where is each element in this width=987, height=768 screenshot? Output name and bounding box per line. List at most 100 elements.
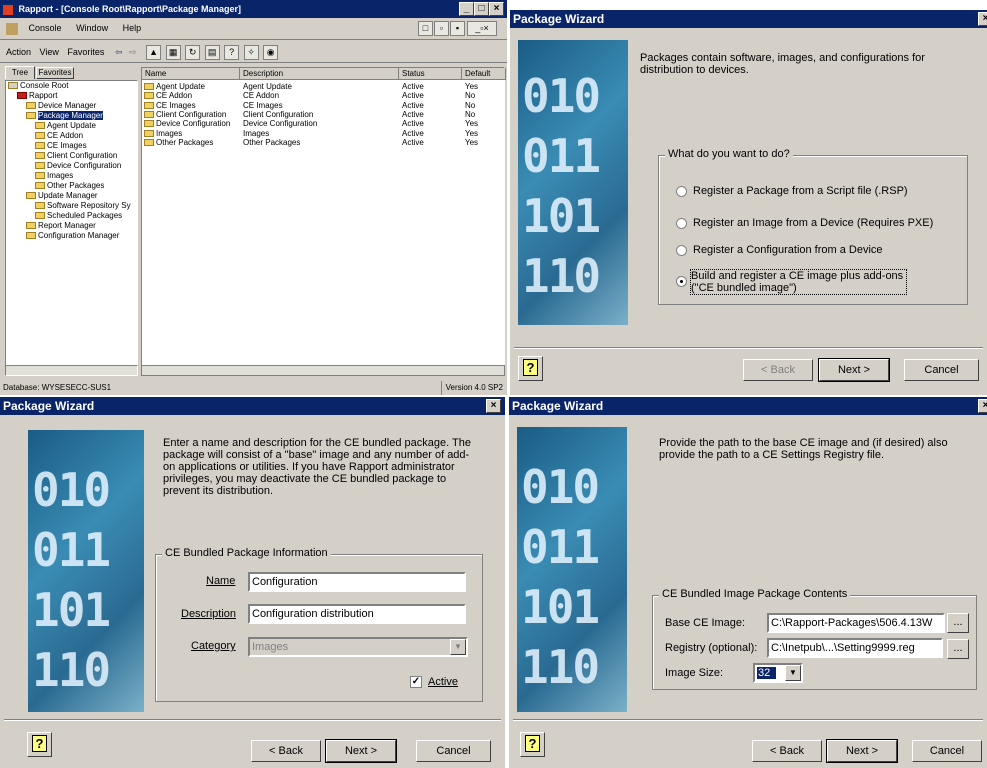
- row-cell: Yes: [465, 137, 479, 147]
- active-checkbox[interactable]: ✓ Active: [410, 676, 458, 689]
- wizard3-help-button[interactable]: ?: [520, 732, 545, 757]
- column-header[interactable]: Description: [240, 68, 399, 80]
- list-hscroll[interactable]: [141, 365, 505, 376]
- up-folder-icon[interactable]: ▲: [146, 45, 162, 61]
- art-line: 010: [32, 463, 111, 517]
- wizard2-next-button[interactable]: Next >: [325, 739, 397, 763]
- menu-view[interactable]: View: [40, 47, 59, 57]
- tree-item[interactable]: CE Images: [6, 141, 137, 151]
- menu-help[interactable]: Help: [123, 23, 142, 33]
- wizard1-help-button[interactable]: ?: [518, 356, 543, 381]
- menu-console[interactable]: Console: [29, 23, 62, 33]
- tree-item-label: Report Manager: [38, 221, 96, 230]
- active-label: Active: [428, 676, 458, 688]
- back-arrow-icon[interactable]: ⇦: [115, 47, 123, 57]
- tree-item[interactable]: Rapport: [6, 91, 137, 101]
- new-icon[interactable]: □: [418, 21, 433, 36]
- table-row[interactable]: Other Packages Other Packages Active Yes: [142, 138, 506, 148]
- tree-item[interactable]: Agent Update: [6, 121, 137, 131]
- tab-tree[interactable]: Tree: [5, 66, 35, 79]
- export-list-icon[interactable]: ▤: [204, 45, 220, 61]
- wizard3-back-button[interactable]: < Back: [752, 740, 822, 762]
- category-select[interactable]: Images ▼: [248, 637, 468, 657]
- mmc-console-window: Rapport - [Console Root\Rapport\Package …: [0, 0, 507, 395]
- menu-favorites[interactable]: Favorites: [67, 47, 104, 57]
- properties-icon[interactable]: ◉: [263, 45, 279, 61]
- wizard3-cancel-button[interactable]: Cancel: [912, 740, 982, 762]
- wizard3-next-button[interactable]: Next >: [826, 739, 898, 763]
- window-controls[interactable]: _▫×: [467, 21, 497, 36]
- wizard1-next-button[interactable]: Next >: [818, 358, 890, 382]
- wizard2-close-button[interactable]: ×: [486, 399, 501, 413]
- radio-build-ce-image[interactable]: Build and register a CE image plus add-o…: [676, 269, 907, 295]
- wizard2-cancel-button[interactable]: Cancel: [416, 740, 491, 762]
- tree-item[interactable]: CE Addon: [6, 131, 137, 141]
- wizard3-close-button[interactable]: ×: [978, 399, 987, 413]
- folder-icon: [35, 122, 45, 130]
- tree-item-label: Console Root: [20, 81, 69, 90]
- menu-window[interactable]: Window: [76, 23, 108, 33]
- save-icon[interactable]: ▪: [450, 21, 465, 36]
- browse-base-image-button[interactable]: ...: [947, 613, 969, 633]
- wizard1-close-button[interactable]: ×: [978, 12, 987, 26]
- tree-item[interactable]: Configuration Manager: [6, 231, 137, 241]
- browse-registry-button[interactable]: ...: [947, 639, 969, 659]
- folder-icon: [35, 182, 45, 190]
- status-bar: Database: WYSESECC-SUS1 Version 4.0 SP2: [0, 381, 507, 395]
- image-size-select[interactable]: 32 ▼: [753, 663, 803, 683]
- status-version: Version 4.0 SP2: [440, 381, 503, 395]
- base-ce-image-label: Base CE Image:: [665, 617, 746, 629]
- wizard3-title: Package Wizard: [512, 399, 604, 413]
- registry-input[interactable]: C:\Inetpub\...\Setting9999.reg: [767, 638, 943, 658]
- menu-action[interactable]: Action: [6, 47, 31, 57]
- tree-item[interactable]: Software Repository Sy: [6, 201, 137, 211]
- tree-item[interactable]: Images: [6, 171, 137, 181]
- folder-icon: [26, 102, 36, 110]
- tree-item[interactable]: Scheduled Packages: [6, 211, 137, 221]
- folder-icon: [35, 172, 45, 180]
- column-header[interactable]: Status: [399, 68, 462, 80]
- column-header[interactable]: Name: [142, 68, 240, 80]
- wizard3-intro: Provide the path to the base CE image an…: [659, 437, 948, 461]
- close-button[interactable]: ×: [489, 2, 504, 16]
- tree-item[interactable]: Other Packages: [6, 181, 137, 191]
- open-icon[interactable]: ▫: [434, 21, 449, 36]
- refresh-icon[interactable]: ↻: [185, 45, 201, 61]
- minimize-button[interactable]: _: [459, 2, 474, 16]
- tree-view: Console Root Rapport Device Manager Package…: [5, 80, 138, 374]
- wizard3-separator: [513, 719, 983, 721]
- wizard1-cancel-button[interactable]: Cancel: [904, 359, 979, 381]
- tree-item[interactable]: Device Manager: [6, 101, 137, 111]
- forward-arrow-icon[interactable]: ⇨: [129, 47, 137, 57]
- tree-item[interactable]: Update Manager: [6, 191, 137, 201]
- wizard2-help-button[interactable]: ?: [27, 732, 52, 757]
- radio-register-configuration[interactable]: Register a Configuration from a Device: [676, 244, 883, 256]
- tab-favorites[interactable]: Favorites: [36, 67, 74, 79]
- wizard2-back-button[interactable]: < Back: [251, 740, 321, 762]
- wizard1-back-button[interactable]: < Back: [743, 359, 813, 381]
- tree-item-label: Configuration Manager: [38, 231, 120, 240]
- tree-item[interactable]: Client Configuration: [6, 151, 137, 161]
- column-header[interactable]: Default: [462, 68, 506, 80]
- tree-hscroll[interactable]: [5, 365, 138, 376]
- tree-item[interactable]: Report Manager: [6, 221, 137, 231]
- tree-item-label: Device Configuration: [47, 161, 122, 170]
- maximize-button[interactable]: □: [474, 2, 489, 16]
- radio-label: Register an Image from a Device (Require…: [693, 217, 934, 229]
- wizard-icon[interactable]: ✧: [243, 45, 259, 61]
- tree-item[interactable]: Device Configuration: [6, 161, 137, 171]
- art-line: 101: [522, 189, 601, 243]
- name-input[interactable]: Configuration: [248, 572, 466, 592]
- show-hide-tree-icon[interactable]: ▦: [165, 45, 181, 61]
- radio-register-script[interactable]: Register a Package from a Script file (.…: [676, 185, 908, 197]
- tree-item[interactable]: Package Manager: [6, 111, 137, 121]
- package-list: Name Description Status Default Agent Update…: [141, 67, 506, 374]
- base-ce-image-input[interactable]: C:\Rapport-Packages\506.4.13W: [767, 613, 945, 633]
- description-input[interactable]: Configuration distribution: [248, 604, 466, 624]
- tree-item[interactable]: Console Root: [6, 81, 137, 91]
- help-icon[interactable]: ?: [224, 45, 240, 61]
- art-line: 011: [522, 129, 601, 183]
- radio-register-image[interactable]: Register an Image from a Device (Require…: [676, 217, 933, 229]
- category-value: Images: [252, 641, 289, 653]
- help-icon: ?: [32, 735, 47, 752]
